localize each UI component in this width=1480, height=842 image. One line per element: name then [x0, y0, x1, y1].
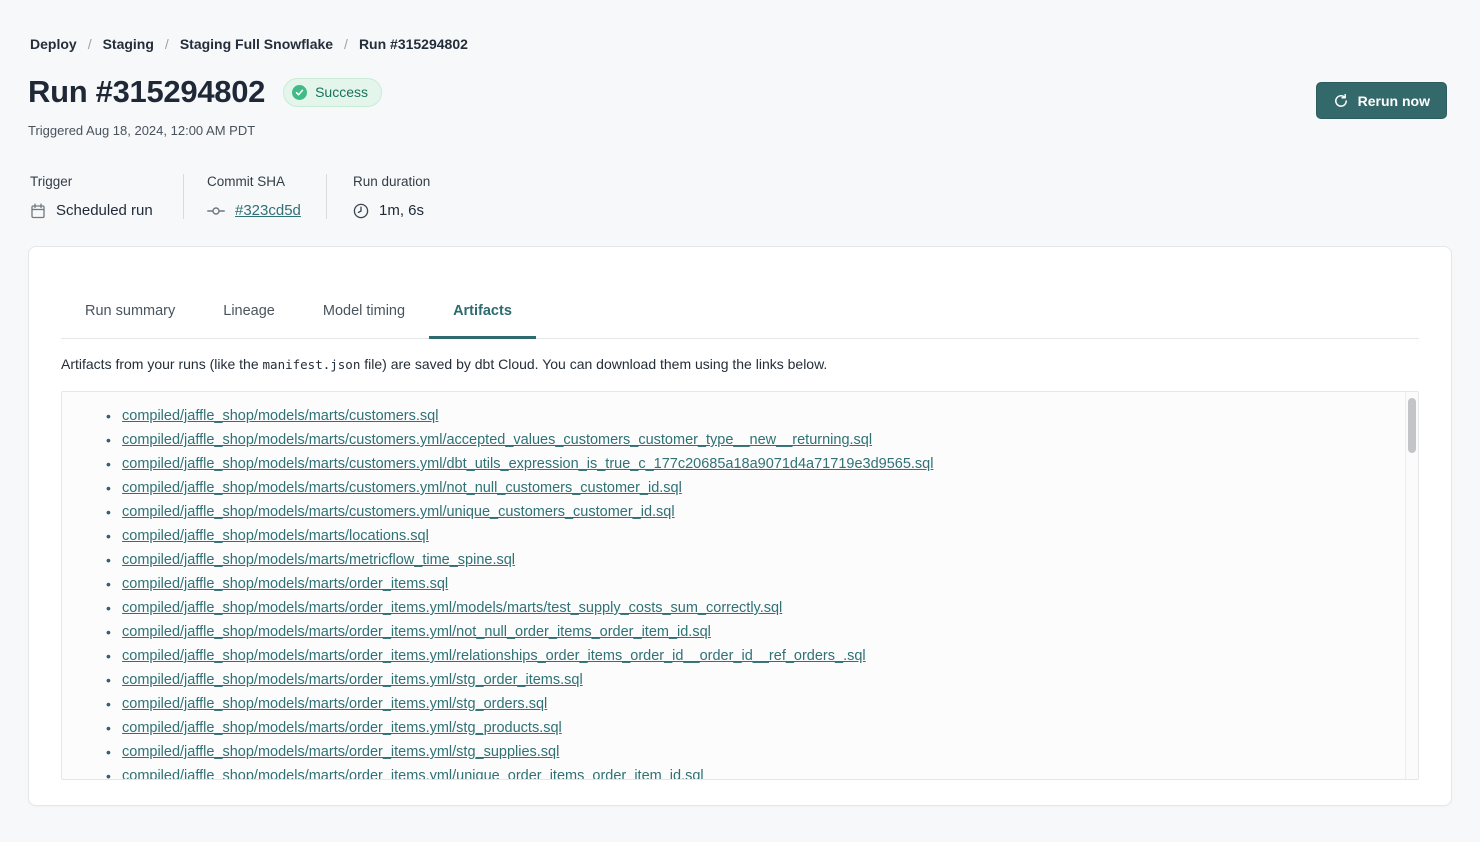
trigger-value: Scheduled run	[56, 202, 153, 219]
artifact-link[interactable]: compiled/jaffle_shop/models/marts/order_…	[122, 720, 562, 736]
artifact-link[interactable]: compiled/jaffle_shop/models/marts/order_…	[122, 672, 583, 688]
breadcrumb-separator: /	[165, 36, 169, 52]
artifact-link[interactable]: compiled/jaffle_shop/models/marts/order_…	[122, 696, 547, 712]
artifact-link[interactable]: compiled/jaffle_shop/models/marts/order_…	[122, 744, 559, 760]
check-icon	[292, 85, 307, 100]
manifest-code: manifest.json	[263, 357, 361, 372]
artifact-link[interactable]: compiled/jaffle_shop/models/marts/order_…	[122, 624, 711, 640]
triggered-text: Triggered Aug 18, 2024, 12:00 AM PDT	[28, 123, 1480, 138]
breadcrumb-separator: /	[88, 36, 92, 52]
clock-icon	[353, 203, 369, 219]
breadcrumb-item-staging[interactable]: Staging	[103, 36, 154, 52]
list-item: compiled/jaffle_shop/models/marts/metric…	[106, 548, 1398, 572]
calendar-icon	[30, 203, 46, 219]
tab-model-timing[interactable]: Model timing	[299, 295, 429, 339]
list-item: compiled/jaffle_shop/models/marts/order_…	[106, 644, 1398, 668]
refresh-icon	[1333, 93, 1349, 109]
breadcrumb-item-run[interactable]: Run #315294802	[359, 36, 468, 52]
artifact-link[interactable]: compiled/jaffle_shop/models/marts/order_…	[122, 648, 866, 664]
artifact-link[interactable]: compiled/jaffle_shop/models/marts/order_…	[122, 768, 704, 780]
list-item: compiled/jaffle_shop/models/marts/order_…	[106, 716, 1398, 740]
list-item: compiled/jaffle_shop/models/marts/order_…	[106, 740, 1398, 764]
duration-value: 1m, 6s	[379, 202, 424, 219]
list-item: compiled/jaffle_shop/models/marts/custom…	[106, 452, 1398, 476]
breadcrumb-separator: /	[344, 36, 348, 52]
artifact-link[interactable]: compiled/jaffle_shop/models/marts/custom…	[122, 432, 872, 448]
artifact-link[interactable]: compiled/jaffle_shop/models/marts/order_…	[122, 600, 782, 616]
meta-trigger: Trigger Scheduled run	[30, 174, 183, 219]
tab-run-summary[interactable]: Run summary	[61, 295, 199, 339]
rerun-button[interactable]: Rerun now	[1316, 82, 1447, 119]
tab-lineage[interactable]: Lineage	[199, 295, 299, 339]
scrollbar[interactable]	[1405, 392, 1418, 779]
artifact-link[interactable]: compiled/jaffle_shop/models/marts/locati…	[122, 528, 429, 544]
rerun-label: Rerun now	[1358, 93, 1430, 109]
list-item: compiled/jaffle_shop/models/marts/custom…	[106, 476, 1398, 500]
list-item: compiled/jaffle_shop/models/marts/custom…	[106, 500, 1398, 524]
artifact-link[interactable]: compiled/jaffle_shop/models/marts/custom…	[122, 456, 933, 472]
list-item: compiled/jaffle_shop/models/marts/locati…	[106, 524, 1398, 548]
tabs: Run summary Lineage Model timing Artifac…	[61, 295, 1419, 339]
breadcrumb: Deploy / Staging / Staging Full Snowflak…	[0, 0, 1480, 52]
page-title: Run #315294802	[28, 74, 265, 110]
commit-icon	[207, 204, 225, 218]
header: Run #315294802 Success	[28, 74, 1480, 110]
artifact-link[interactable]: compiled/jaffle_shop/models/marts/metric…	[122, 552, 515, 568]
tab-artifacts[interactable]: Artifacts	[429, 295, 536, 339]
scrollbar-thumb[interactable]	[1408, 398, 1416, 453]
artifact-list: compiled/jaffle_shop/models/marts/custom…	[106, 404, 1398, 780]
list-item: compiled/jaffle_shop/models/marts/order_…	[106, 620, 1398, 644]
list-item: compiled/jaffle_shop/models/marts/custom…	[106, 428, 1398, 452]
artifact-link[interactable]: compiled/jaffle_shop/models/marts/custom…	[122, 480, 682, 496]
artifact-list-box: compiled/jaffle_shop/models/marts/custom…	[61, 391, 1419, 780]
breadcrumb-item-deploy[interactable]: Deploy	[30, 36, 77, 52]
meta-duration: Run duration 1m, 6s	[326, 174, 430, 219]
artifacts-description: Artifacts from your runs (like the manif…	[61, 356, 1419, 372]
breadcrumb-item-job[interactable]: Staging Full Snowflake	[180, 36, 333, 52]
status-label: Success	[315, 84, 368, 100]
run-detail-card: Run summary Lineage Model timing Artifac…	[28, 246, 1452, 806]
artifact-link[interactable]: compiled/jaffle_shop/models/marts/custom…	[122, 504, 675, 520]
commit-sha-link[interactable]: #323cd5d	[235, 202, 301, 219]
status-badge: Success	[283, 78, 382, 107]
description-suffix: file) are saved by dbt Cloud. You can do…	[360, 356, 827, 372]
artifact-link[interactable]: compiled/jaffle_shop/models/marts/custom…	[122, 408, 438, 424]
list-item: compiled/jaffle_shop/models/marts/order_…	[106, 572, 1398, 596]
list-item: compiled/jaffle_shop/models/marts/order_…	[106, 596, 1398, 620]
list-item: compiled/jaffle_shop/models/marts/order_…	[106, 692, 1398, 716]
meta-commit: Commit SHA #323cd5d	[183, 174, 326, 219]
description-prefix: Artifacts from your runs (like the	[61, 356, 263, 372]
meta-trigger-label: Trigger	[30, 174, 183, 189]
list-item: compiled/jaffle_shop/models/marts/order_…	[106, 668, 1398, 692]
meta-duration-label: Run duration	[353, 174, 430, 189]
meta-commit-label: Commit SHA	[207, 174, 326, 189]
list-item: compiled/jaffle_shop/models/marts/custom…	[106, 404, 1398, 428]
list-item: compiled/jaffle_shop/models/marts/order_…	[106, 764, 1398, 780]
run-meta: Trigger Scheduled run Commit SHA	[30, 174, 1480, 219]
artifact-link[interactable]: compiled/jaffle_shop/models/marts/order_…	[122, 576, 448, 592]
